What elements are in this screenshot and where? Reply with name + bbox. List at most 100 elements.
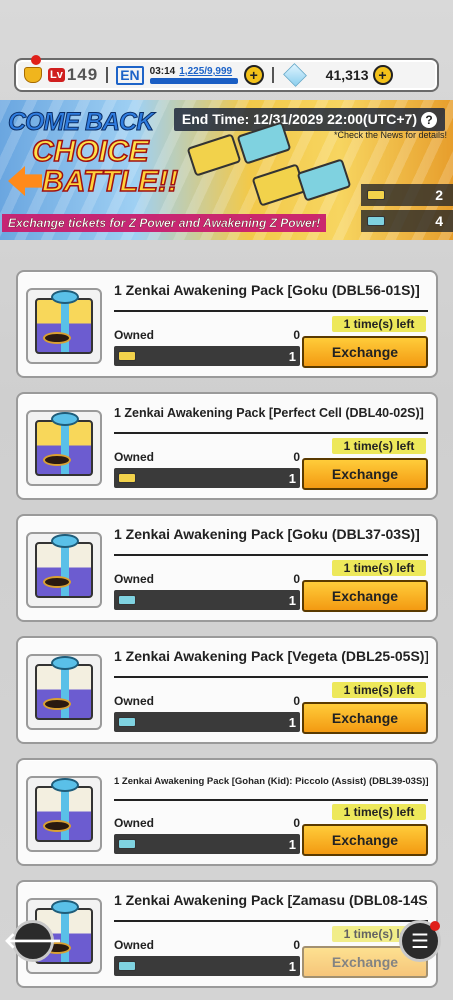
cost-value: 1: [288, 958, 296, 974]
crystal-icon: [282, 63, 307, 87]
gift-box-icon: [26, 532, 102, 608]
item-title: 1 Zenkai Awakening Pack [Vegeta (DBL25-0…: [114, 648, 428, 678]
item-title: 1 Zenkai Awakening Pack [Gohan (Kid): Pi…: [114, 776, 428, 801]
owned-label: Owned: [114, 816, 155, 830]
owned-label: Owned: [114, 938, 155, 952]
cost-bar: 1: [114, 956, 300, 976]
limit-badge: 1 time(s) left: [332, 682, 426, 698]
gift-box-icon: [26, 410, 102, 486]
exchange-item: 1 Zenkai Awakening Pack [Perfect Cell (D…: [16, 392, 438, 500]
cost-value: 1: [288, 714, 296, 730]
exchange-item: 1 Zenkai Awakening Pack [Goku (DBL37-03S…: [16, 514, 438, 622]
help-icon[interactable]: ?: [421, 112, 437, 128]
end-time-text: End Time: 12/31/2029 22:00(UTC+7): [181, 111, 417, 127]
blue-ticket-icon: [367, 216, 385, 226]
exchange-button[interactable]: Exchange: [302, 580, 428, 612]
owned-row: Owned 0: [114, 328, 300, 342]
owned-count: 0: [293, 938, 300, 952]
owned-label: Owned: [114, 572, 155, 586]
event-logo: COME BACK CHOICE BATTLE!!: [8, 108, 179, 208]
gift-box-icon: [26, 654, 102, 730]
owned-count: 0: [293, 816, 300, 830]
energy-label: EN: [116, 65, 144, 85]
gold-ticket-icon: [118, 473, 136, 483]
logo-line-3: BATTLE!!: [41, 165, 179, 198]
owned-label: Owned: [114, 694, 155, 708]
banner-subtitle: Exchange tickets for Z Power and Awakeni…: [2, 214, 327, 232]
item-title: 1 Zenkai Awakening Pack [Perfect Cell (D…: [114, 406, 428, 434]
add-crystals-button[interactable]: +: [372, 65, 393, 85]
blue-ticket-icon: [118, 595, 136, 605]
limit-badge: 1 time(s) left: [332, 560, 426, 576]
owned-count: 0: [293, 328, 300, 342]
gold-ticket-count: 2: [435, 187, 443, 203]
notification-dot: [430, 921, 440, 931]
cost-value: 1: [288, 592, 296, 608]
energy-bar: [149, 78, 238, 84]
logo-line-2: CHOICE: [31, 135, 149, 168]
menu-button[interactable]: ☰: [399, 920, 441, 962]
item-title: 1 Zenkai Awakening Pack [Goku (DBL37-03S…: [114, 526, 428, 556]
exchange-button[interactable]: Exchange: [302, 336, 428, 368]
cost-bar: 1: [114, 834, 300, 854]
blue-ticket-count: 4: [435, 213, 443, 229]
arrow-left-icon: 🡐: [3, 928, 63, 953]
logo-line-1: COME BACK: [8, 108, 155, 137]
trophy-shape: [24, 67, 42, 83]
player-level: 149: [66, 65, 99, 84]
owned-row: Owned 0: [114, 938, 300, 952]
owned-label: Owned: [114, 450, 155, 464]
gold-ticket-icon: [367, 190, 385, 200]
exchange-button[interactable]: Exchange: [302, 824, 428, 856]
cost-value: 1: [288, 470, 296, 486]
energy-timer: 03:14: [149, 66, 176, 77]
notification-dot: [31, 55, 41, 65]
exchange-item: 1 Zenkai Awakening Pack [Vegeta (DBL25-0…: [16, 636, 438, 744]
energy-value: 1,225/9,999: [179, 66, 233, 77]
gift-box-icon: [26, 288, 102, 364]
cost-value: 1: [288, 836, 296, 852]
energy-meter: 03:14 1,225/9,999: [149, 66, 244, 84]
blue-ticket-icon: [118, 717, 136, 727]
blue-ticket-counter: 4: [361, 210, 453, 232]
trophy-icon[interactable]: [22, 55, 46, 87]
divider: [106, 67, 109, 83]
item-title: 1 Zenkai Awakening Pack [Goku (DBL56-01S…: [114, 282, 428, 312]
exchange-item: 1 Zenkai Awakening Pack [Goku (DBL56-01S…: [16, 270, 438, 378]
owned-row: Owned 0: [114, 572, 300, 586]
limit-badge: 1 time(s) left: [332, 316, 426, 332]
blue-ticket-icon: [118, 839, 136, 849]
cost-bar: 1: [114, 712, 300, 732]
gold-ticket-icon: [118, 351, 136, 361]
divider: [271, 67, 274, 83]
back-button[interactable]: 🡐: [4, 920, 63, 962]
exchange-item: 1 Zenkai Awakening Pack [Gohan (Kid): Pi…: [16, 758, 438, 866]
cost-value: 1: [288, 348, 296, 364]
owned-label: Owned: [114, 328, 155, 342]
owned-row: Owned 0: [114, 694, 300, 708]
exchange-button[interactable]: Exchange: [302, 458, 428, 490]
event-banner: COME BACK CHOICE BATTLE!! End Time: 12/3…: [0, 100, 453, 240]
owned-count: 0: [293, 694, 300, 708]
cost-bar: 1: [114, 346, 300, 366]
blue-ticket-icon: [118, 961, 136, 971]
owned-count: 0: [293, 450, 300, 464]
limit-badge: 1 time(s) left: [332, 438, 426, 454]
exchange-button[interactable]: Exchange: [302, 702, 428, 734]
owned-count: 0: [293, 572, 300, 586]
exchange-list[interactable]: 1 Zenkai Awakening Pack [Goku (DBL56-01S…: [16, 270, 438, 1000]
end-time-label: End Time: 12/31/2029 22:00(UTC+7)?: [173, 108, 445, 131]
level-badge: Lv: [48, 68, 65, 82]
exchange-item: 1 Zenkai Awakening Pack [Zamasu (DBL08-1…: [16, 880, 438, 988]
cost-bar: 1: [114, 468, 300, 488]
gold-ticket-counter: 2: [361, 184, 453, 206]
owned-row: Owned 0: [114, 450, 300, 464]
cost-bar: 1: [114, 590, 300, 610]
check-news-note: *Check the News for details!: [333, 130, 447, 140]
hamburger-icon: ☰: [411, 930, 429, 953]
crystal-count: 41,313: [325, 67, 369, 83]
owned-row: Owned 0: [114, 816, 300, 830]
add-energy-button[interactable]: +: [243, 65, 264, 85]
gift-box-icon: [26, 776, 102, 852]
item-title: 1 Zenkai Awakening Pack [Zamasu (DBL08-1…: [114, 892, 428, 922]
